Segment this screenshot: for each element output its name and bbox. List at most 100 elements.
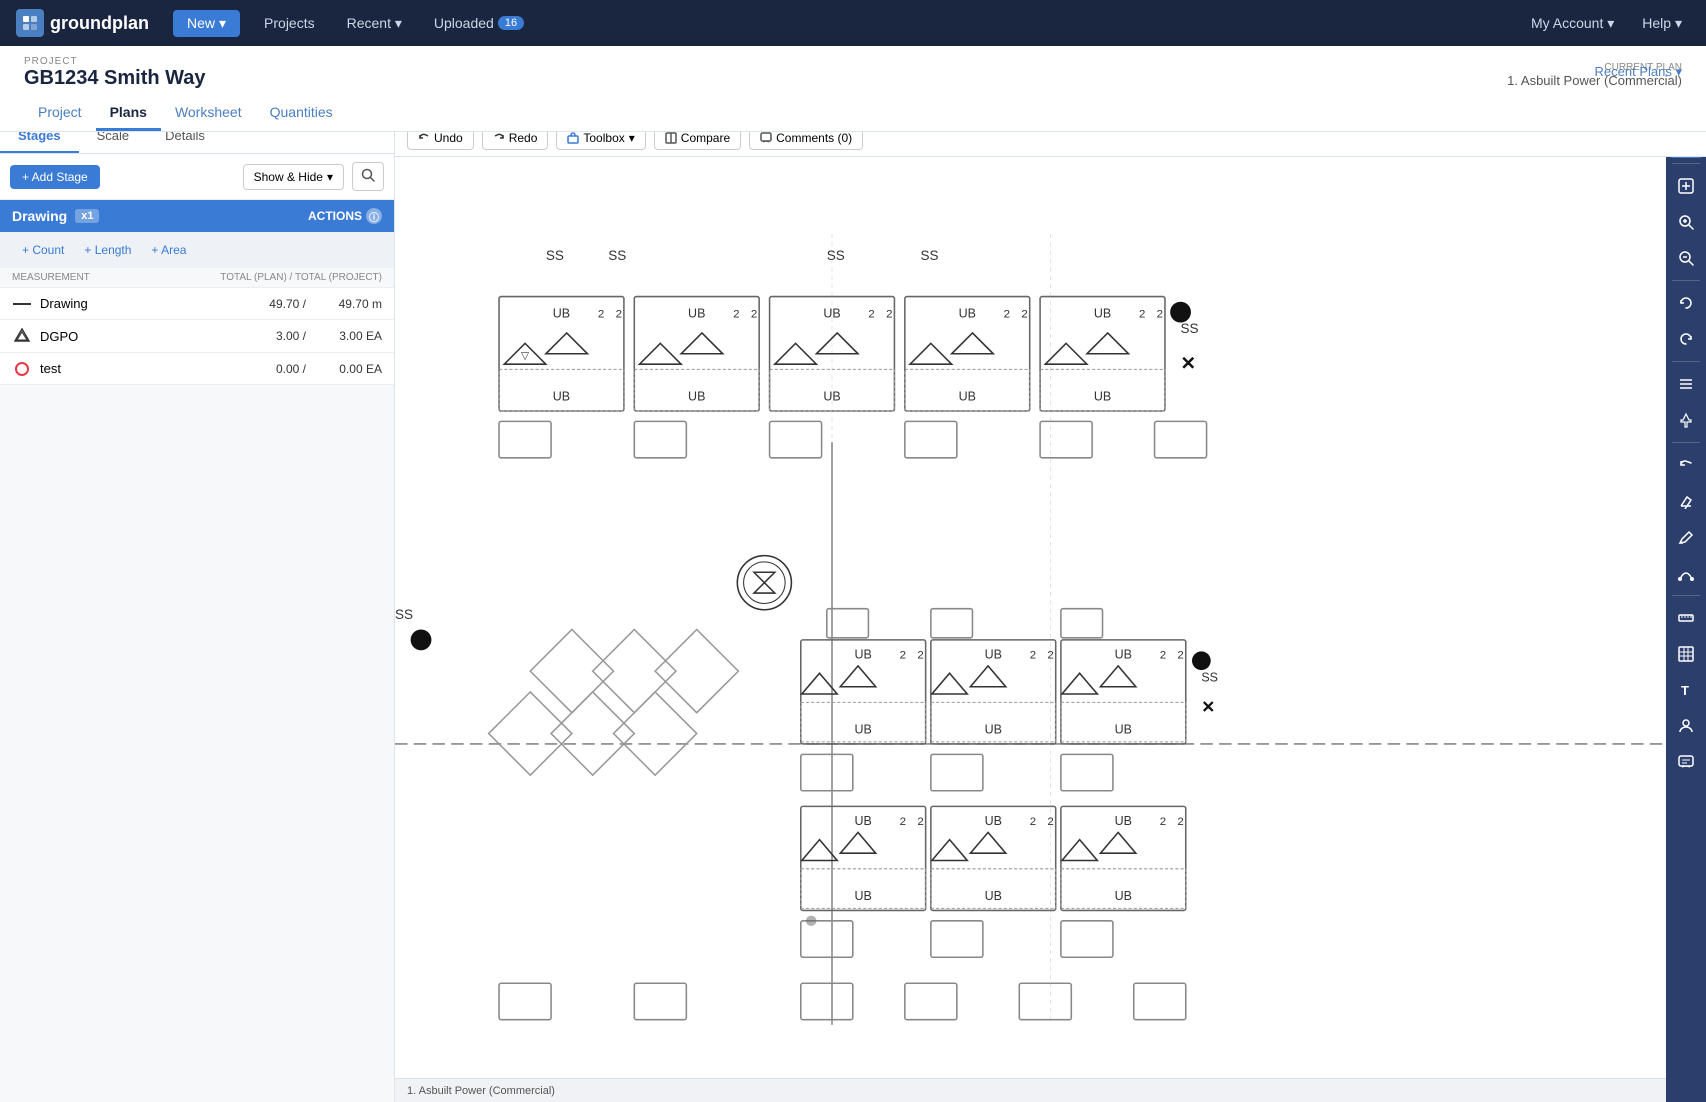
new-button[interactable]: New ▾ <box>173 10 240 37</box>
uploaded-link[interactable]: Uploaded 16 <box>426 11 532 35</box>
tab-project[interactable]: Project <box>24 98 96 131</box>
tab-plans[interactable]: Plans <box>96 98 161 131</box>
count-button[interactable]: + Count <box>12 240 74 260</box>
svg-text:UB: UB <box>855 723 872 737</box>
svg-text:UB: UB <box>855 889 872 903</box>
svg-text:2: 2 <box>1177 816 1183 828</box>
svg-text:UB: UB <box>688 306 705 320</box>
my-account-link[interactable]: My Account ▾ <box>1523 11 1622 36</box>
measurement-column-headers: MEASUREMENT TOTAL (PLAN) / TOTAL (PROJEC… <box>0 268 394 288</box>
svg-text:SS: SS <box>827 248 845 263</box>
svg-text:UB: UB <box>823 306 840 320</box>
zoom-out-icon[interactable] <box>1669 241 1703 275</box>
area-button[interactable]: + Area <box>141 240 196 260</box>
svg-text:UB: UB <box>855 814 872 828</box>
svg-text:UB: UB <box>985 648 1002 662</box>
svg-text:UB: UB <box>985 723 1002 737</box>
bottom-plan-name: 1. Asbuilt Power (Commercial) <box>407 1085 555 1097</box>
right-panel: T <box>1666 120 1706 1102</box>
project-title: GB1234 Smith Way <box>24 67 206 90</box>
left-sidebar: Stages Scale Details + Add Stage Show & … <box>0 120 395 1102</box>
logo-icon <box>16 9 44 37</box>
svg-text:SS: SS <box>546 248 564 263</box>
svg-text:2: 2 <box>1021 308 1027 320</box>
svg-text:2: 2 <box>1177 650 1183 662</box>
drawing-row-name[interactable]: Drawing <box>40 296 246 311</box>
svg-text:2: 2 <box>1030 650 1036 662</box>
text-icon[interactable]: T <box>1669 673 1703 707</box>
svg-text:2: 2 <box>886 308 892 320</box>
main-layout: Stages Scale Details + Add Stage Show & … <box>0 120 1706 1102</box>
svg-text:UB: UB <box>1094 390 1111 404</box>
dgpo-row-name[interactable]: DGPO <box>40 329 246 344</box>
drawing-label: Drawing <box>12 208 67 224</box>
rotate-cw-icon[interactable] <box>1669 322 1703 356</box>
zoom-in-icon[interactable] <box>1669 205 1703 239</box>
search-button[interactable] <box>352 162 384 191</box>
eraser-icon[interactable] <box>1669 484 1703 518</box>
dgpo-row-values: 3.00 / 3.00 EA <box>246 329 382 343</box>
plan-canvas-area[interactable]: SS SS SS SS UB 2 2 ▽ UB <box>395 157 1706 1102</box>
svg-text:2: 2 <box>1030 816 1036 828</box>
svg-text:UB: UB <box>1094 306 1111 320</box>
measurement-row-dgpo: DGPO 3.00 / 3.00 EA <box>0 320 394 353</box>
svg-text:2: 2 <box>900 816 906 828</box>
rotate-ccw-icon[interactable] <box>1669 286 1703 320</box>
svg-text:UB: UB <box>553 306 570 320</box>
test-row-values: 0.00 / 0.00 EA <box>246 362 382 376</box>
svg-text:UB: UB <box>823 390 840 404</box>
test-circle-icon <box>12 362 32 376</box>
pencil-icon[interactable] <box>1669 520 1703 554</box>
bottom-status-bar: 1. Asbuilt Power (Commercial) <box>395 1078 1666 1102</box>
svg-text:SS: SS <box>1201 671 1218 685</box>
logo: groundplan <box>16 9 149 37</box>
sub-nav: Project Plans Worksheet Quantities <box>24 98 1682 131</box>
svg-text:UB: UB <box>985 814 1002 828</box>
svg-text:SS: SS <box>608 248 626 263</box>
curve-icon[interactable] <box>1669 556 1703 590</box>
svg-text:2: 2 <box>1047 650 1053 662</box>
zoom-fit-icon[interactable] <box>1669 169 1703 203</box>
recent-link[interactable]: Recent ▾ <box>339 11 410 36</box>
svg-text:2: 2 <box>868 308 874 320</box>
add-stage-button[interactable]: + Add Stage <box>10 165 100 189</box>
recent-plans-button[interactable]: Recent Plans ▾ <box>1595 64 1682 80</box>
help-link[interactable]: Help ▾ <box>1634 11 1690 36</box>
svg-text:2: 2 <box>1047 816 1053 828</box>
ruler-icon[interactable] <box>1669 601 1703 635</box>
person-icon[interactable] <box>1669 709 1703 743</box>
projects-link[interactable]: Projects <box>256 11 323 35</box>
count-area: + Count + Length + Area <box>0 232 394 268</box>
svg-text:UB: UB <box>959 390 976 404</box>
sidebar-toolbar: + Add Stage Show & Hide ▾ <box>0 154 394 200</box>
list-icon[interactable] <box>1669 367 1703 401</box>
undo-history-icon[interactable] <box>1669 448 1703 482</box>
svg-text:2: 2 <box>751 308 757 320</box>
project-label: PROJECT <box>24 56 206 67</box>
nav-right: My Account ▾ Help ▾ <box>1523 11 1690 36</box>
tab-quantities[interactable]: Quantities <box>256 98 347 131</box>
pin-icon[interactable] <box>1669 403 1703 437</box>
svg-text:2: 2 <box>917 816 923 828</box>
svg-text:UB: UB <box>855 648 872 662</box>
svg-text:✕: ✕ <box>1181 352 1197 373</box>
svg-text:T: T <box>1681 683 1689 698</box>
svg-text:UB: UB <box>1115 648 1132 662</box>
svg-text:UB: UB <box>1115 814 1132 828</box>
length-button[interactable]: + Length <box>74 240 141 260</box>
drawing-header-left: Drawing x1 <box>12 208 99 224</box>
show-hide-button[interactable]: Show & Hide ▾ <box>243 164 344 190</box>
svg-text:2: 2 <box>917 650 923 662</box>
svg-text:2: 2 <box>1004 308 1010 320</box>
svg-text:SS: SS <box>395 607 413 622</box>
svg-text:2: 2 <box>616 308 622 320</box>
grid-icon[interactable] <box>1669 637 1703 671</box>
svg-text:UB: UB <box>959 306 976 320</box>
chat-icon[interactable] <box>1669 745 1703 779</box>
actions-button[interactable]: ACTIONS ⓘ <box>308 208 382 224</box>
test-row-name[interactable]: test <box>40 361 246 376</box>
top-nav: groundplan New ▾ Projects Recent ▾ Uploa… <box>0 0 1706 46</box>
svg-text:2: 2 <box>733 308 739 320</box>
svg-text:✕: ✕ <box>1201 698 1215 717</box>
tab-worksheet[interactable]: Worksheet <box>161 98 256 131</box>
